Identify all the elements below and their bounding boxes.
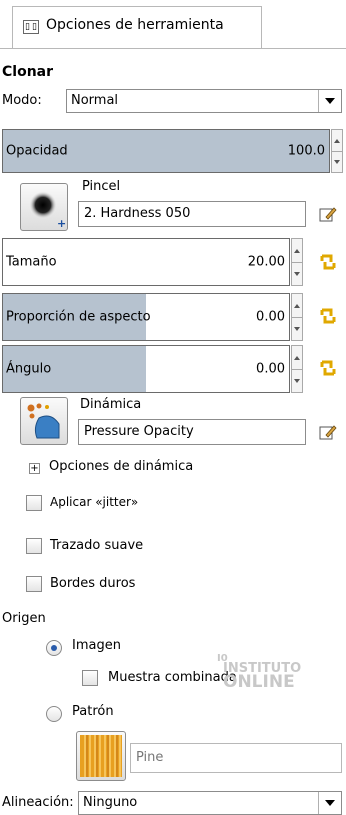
source-pattern-label[interactable]: Patrón: [72, 704, 114, 719]
size-slider[interactable]: Tamaño 20.00: [2, 238, 290, 286]
opacity-slider[interactable]: Opacidad 100.0: [2, 129, 330, 173]
dynamics-label: Dinámica: [80, 397, 142, 412]
dynamics-name-value: Pressure Opacity: [84, 424, 194, 439]
alignment-value: Ninguno: [83, 795, 138, 810]
spin-down-icon[interactable]: [292, 317, 302, 340]
sample-merged-checkbox[interactable]: [82, 670, 98, 686]
brush-preview-button[interactable]: +: [20, 183, 68, 231]
tool-options-icon: ▯ ▯: [23, 20, 39, 34]
size-label: Tamaño: [6, 254, 57, 270]
sample-merged-label[interactable]: Muestra combinada: [108, 670, 237, 685]
source-image-radio[interactable]: [46, 640, 62, 656]
smooth-stroke-label[interactable]: Trazado suave: [50, 538, 143, 553]
edit-icon[interactable]: [318, 422, 338, 442]
pattern-name-field[interactable]: Pine: [130, 743, 342, 773]
edit-icon[interactable]: [318, 204, 338, 224]
radio-dot: [51, 645, 57, 651]
tab-divider: [0, 48, 346, 49]
tab-label: Opciones de herramienta: [46, 17, 224, 33]
alignment-label: Alineación:: [2, 795, 74, 810]
pattern-name-value: Pine: [136, 750, 164, 765]
alignment-select[interactable]: Ninguno: [78, 791, 342, 815]
mode-value: Normal: [71, 93, 119, 108]
reset-chain-icon[interactable]: [318, 306, 338, 326]
spin-up-icon[interactable]: [292, 294, 302, 318]
watermark-line2: ONLINE: [223, 672, 295, 692]
spin-down-icon[interactable]: [292, 262, 302, 285]
smooth-stroke-checkbox[interactable]: [26, 538, 42, 554]
pattern-preview-button[interactable]: [76, 731, 126, 781]
dynamics-options-label[interactable]: Opciones de dinámica: [49, 459, 193, 474]
jitter-checkbox[interactable]: [26, 495, 42, 511]
brush-icon: +: [29, 191, 66, 230]
tool-name: Clonar: [2, 64, 54, 80]
expand-plus-icon[interactable]: +: [29, 463, 40, 474]
size-spinner[interactable]: [291, 238, 303, 286]
dynamics-name-field[interactable]: Pressure Opacity: [78, 419, 306, 445]
reset-chain-icon[interactable]: [318, 252, 338, 272]
spin-down-icon[interactable]: [292, 369, 302, 392]
source-label: Origen: [2, 611, 46, 626]
angle-label: Ángulo: [6, 361, 52, 377]
chevron-down-icon[interactable]: [318, 792, 341, 814]
reset-chain-icon[interactable]: [318, 358, 338, 378]
brush-label: Pincel: [82, 179, 121, 194]
dynamics-icon: [27, 403, 60, 439]
jitter-label[interactable]: Aplicar «jitter»: [50, 495, 138, 509]
opacity-spinner[interactable]: [331, 129, 343, 173]
brush-name-field[interactable]: 2. Hardness 050: [78, 201, 306, 227]
source-image-label[interactable]: Imagen: [72, 638, 121, 653]
watermark-logo: I0 INSTITUTO ONLINE: [217, 653, 302, 692]
hard-edges-label[interactable]: Bordes duros: [50, 576, 135, 591]
chevron-down-icon[interactable]: [318, 90, 341, 112]
spin-up-icon[interactable]: [292, 346, 302, 370]
aspect-slider[interactable]: Proporción de aspecto 0.00: [2, 293, 290, 341]
mode-select[interactable]: Normal: [66, 89, 342, 113]
opacity-value: 100.0: [287, 143, 325, 159]
dynamics-preview-button[interactable]: [20, 397, 68, 445]
angle-value: 0.00: [256, 361, 285, 377]
spin-up-icon[interactable]: [292, 239, 302, 263]
svg-text:+: +: [57, 217, 66, 230]
opacity-label: Opacidad: [6, 143, 68, 159]
aspect-spinner[interactable]: [291, 293, 303, 341]
tab-tool-options[interactable]: ▯ ▯ Opciones de herramienta: [12, 6, 262, 48]
aspect-label: Proporción de aspecto: [6, 309, 151, 325]
spin-down-icon[interactable]: [332, 151, 342, 172]
angle-slider[interactable]: Ángulo 0.00: [2, 345, 290, 393]
hard-edges-checkbox[interactable]: [26, 576, 42, 592]
mode-label: Modo:: [2, 93, 42, 108]
size-value: 20.00: [247, 254, 285, 270]
angle-spinner[interactable]: [291, 345, 303, 393]
pattern-swatch-icon: [80, 735, 122, 777]
source-pattern-radio[interactable]: [46, 706, 62, 722]
brush-name-value: 2. Hardness 050: [84, 206, 191, 221]
spin-up-icon[interactable]: [332, 130, 342, 152]
aspect-value: 0.00: [256, 309, 285, 325]
